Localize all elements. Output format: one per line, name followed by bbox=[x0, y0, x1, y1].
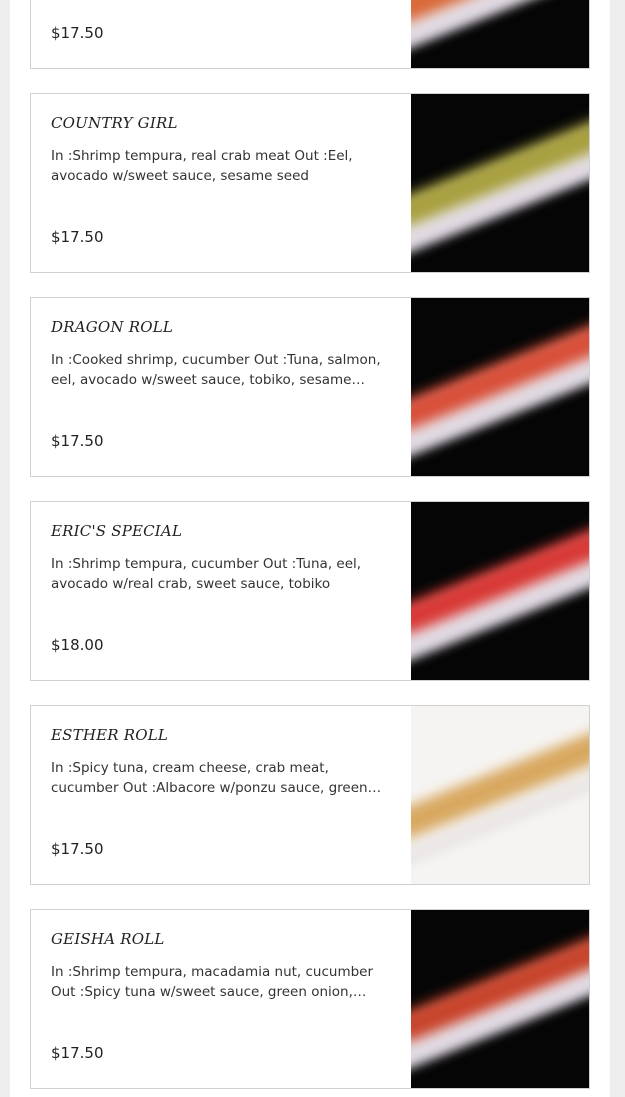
item-description: In :Spicy tuna, cream cheese, crab meat,… bbox=[51, 760, 368, 796]
item-description: In :Shrimp tempura, cucumber Out :Tuna, … bbox=[51, 556, 362, 592]
menu-item-card[interactable]: ESTHER ROLL In :Spicy tuna, cream cheese… bbox=[30, 705, 590, 885]
item-price: $17.50 bbox=[51, 432, 104, 450]
menu-item-card[interactable]: DRAGON ROLL In :Cooked shrimp, cucumber … bbox=[30, 297, 590, 477]
item-name: DRAGON ROLL bbox=[51, 318, 174, 336]
item-price: $17.50 bbox=[51, 228, 104, 246]
sushi-roll-photo[interactable] bbox=[411, 706, 589, 884]
sushi-roll-photo[interactable] bbox=[411, 298, 589, 476]
item-name: GEISHA ROLL bbox=[51, 930, 165, 948]
sushi-roll-photo[interactable] bbox=[411, 910, 589, 1088]
menu-item-card[interactable]: COUNTRY GIRL In :Shrimp tempura, real cr… bbox=[30, 93, 590, 273]
item-price: $17.50 bbox=[51, 840, 104, 858]
menu-page: $17.50 COUNTRY GIRL In :Shrimp tempura, … bbox=[10, 0, 610, 1097]
menu-item-card[interactable]: GEISHA ROLL In :Shrimp tempura, macadami… bbox=[30, 909, 590, 1089]
menu-item-card[interactable]: $17.50 bbox=[30, 0, 590, 69]
item-name: COUNTRY GIRL bbox=[51, 114, 178, 132]
item-description: In :Shrimp tempura, real crab meat Out :… bbox=[51, 148, 353, 184]
sushi-roll-photo[interactable] bbox=[411, 94, 589, 272]
menu-item-card[interactable]: ERIC'S SPECIAL In :Shrimp tempura, cucum… bbox=[30, 501, 590, 681]
sushi-roll-photo[interactable] bbox=[411, 502, 589, 680]
item-description: In :Cooked shrimp, cucumber Out :Tuna, s… bbox=[51, 352, 381, 388]
item-description: In :Shrimp tempura, macadamia nut, cucum… bbox=[51, 964, 374, 1000]
item-name: ESTHER ROLL bbox=[51, 726, 169, 744]
item-price: $18.00 bbox=[51, 636, 104, 654]
item-name: ERIC'S SPECIAL bbox=[51, 522, 183, 540]
item-price: $17.50 bbox=[51, 24, 104, 42]
sushi-roll-photo[interactable] bbox=[411, 0, 589, 68]
item-price: $17.50 bbox=[51, 1044, 104, 1062]
